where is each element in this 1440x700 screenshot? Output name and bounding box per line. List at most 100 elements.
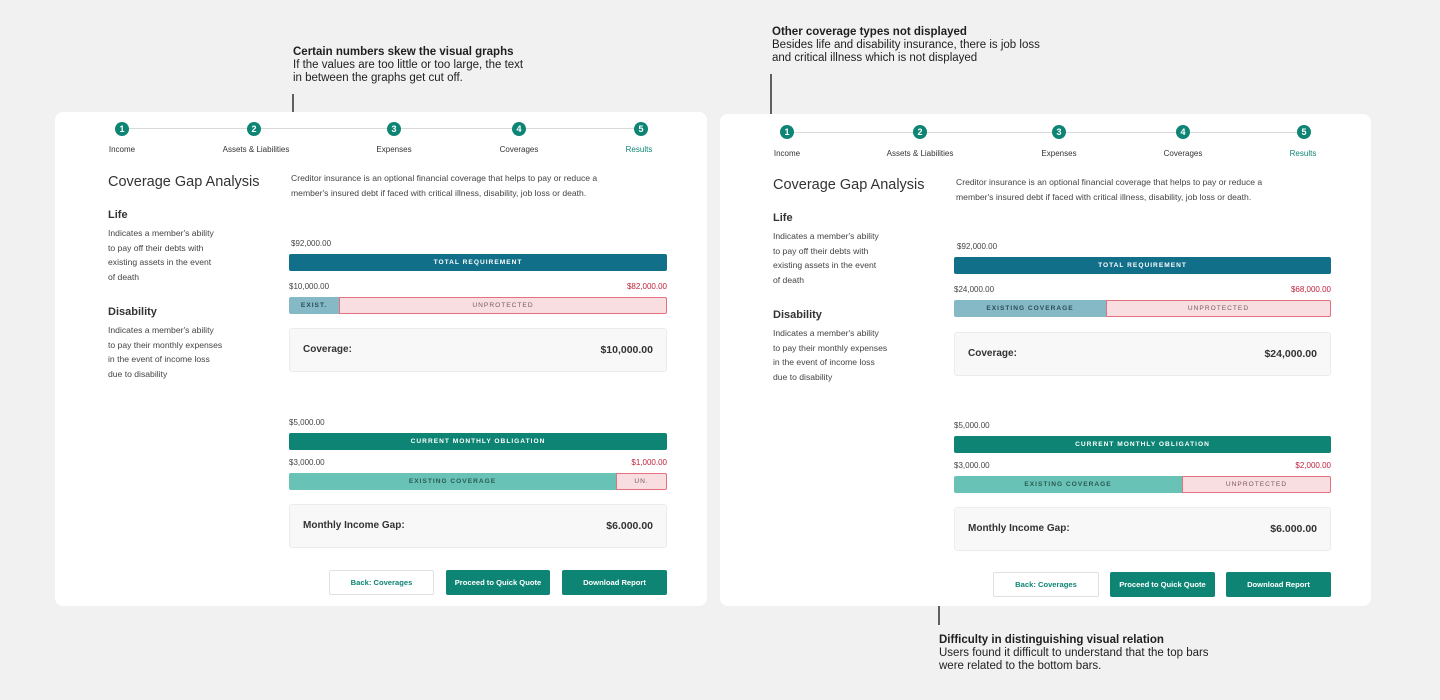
proceed-quick-quote-button[interactable]: Proceed to Quick Quote <box>446 570 550 595</box>
back-coverages-button[interactable]: Back: Coverages <box>993 572 1099 597</box>
desc-line: in the event of income loss <box>773 357 875 367</box>
intro-line: member's insured debt if faced with crit… <box>291 187 587 198</box>
dis-existing-bar: EXISTING COVERAGE <box>289 473 616 490</box>
step-5-dot[interactable]: 5 <box>1297 125 1311 139</box>
step-4-label[interactable]: Coverages <box>500 145 539 154</box>
step-4-label[interactable]: Coverages <box>1164 149 1203 158</box>
intro-line: Creditor insurance is an optional financ… <box>956 177 1263 187</box>
current-monthly-obligation-bar: CURRENT MONTHLY OBLIGATION <box>289 433 667 450</box>
step-1-label[interactable]: Income <box>774 149 800 158</box>
desc-line: in the event of income loss <box>108 354 210 364</box>
income-gap-summary: Monthly Income Gap: $6.000.00 <box>289 504 667 548</box>
desc-line: to pay their monthly expenses <box>108 339 223 350</box>
desc-line: due to disability <box>108 368 168 379</box>
dis-unprotected-value: $2,000.00 <box>1295 461 1331 470</box>
stepper-track <box>122 128 642 129</box>
income-gap-amount: $6.000.00 <box>606 520 653 532</box>
coverage-amount: $10,000.00 <box>600 344 653 356</box>
total-requirement-bar: TOTAL REQUIREMENT <box>289 254 667 271</box>
proceed-quick-quote-button[interactable]: Proceed to Quick Quote <box>1110 572 1215 597</box>
income-gap-amount: $6.000.00 <box>1270 523 1317 535</box>
desc-line: to pay off their debts with <box>108 242 204 253</box>
desc-line: of death <box>773 274 805 285</box>
life-section-desc: Indicates a member's ability to pay off … <box>108 226 248 284</box>
annotation-text: and critical illness which is not displa… <box>772 52 978 64</box>
life-existing-bar: EXIST. <box>289 297 339 314</box>
back-coverages-button[interactable]: Back: Coverages <box>329 570 434 595</box>
desc-line: existing assets in the event <box>108 257 212 267</box>
life-unprotected-bar: UNPROTECTED <box>1106 300 1331 317</box>
step-3-label[interactable]: Expenses <box>1041 149 1076 158</box>
coverage-label: Coverage: <box>303 344 352 355</box>
dis-existing-bar: EXISTING COVERAGE <box>954 476 1182 493</box>
step-2-label[interactable]: Assets & Liabilities <box>223 145 290 154</box>
life-existing-bar: EXISTING COVERAGE <box>954 300 1106 317</box>
desc-line: Indicates a member's ability <box>773 328 879 338</box>
life-total-value: $92,000.00 <box>957 242 998 251</box>
download-report-button[interactable]: Download Report <box>562 570 667 595</box>
income-gap-label: Monthly Income Gap: <box>303 520 405 531</box>
step-2-dot[interactable]: 2 <box>247 122 261 136</box>
annotation-title: Other coverage types not displayed <box>772 26 967 38</box>
annotation-title: Certain numbers skew the visual graphs <box>293 46 514 58</box>
annotation-relation: Difficulty in distinguishing visual rela… <box>939 634 1209 673</box>
page-title: Coverage Gap Analysis <box>108 174 260 190</box>
income-gap-label: Monthly Income Gap: <box>968 523 1070 534</box>
disability-section-title: Disability <box>108 306 157 318</box>
life-unprotected-value: $82,000.00 <box>626 282 667 291</box>
results-card-version-a: 1 2 3 4 5 Income Assets & Liabilities Ex… <box>55 112 707 606</box>
dis-obligation-value: $5,000.00 <box>954 421 990 430</box>
life-section-title: Life <box>773 212 793 224</box>
step-3-dot[interactable]: 3 <box>387 122 401 136</box>
download-report-button[interactable]: Download Report <box>1226 572 1331 597</box>
step-3-dot[interactable]: 3 <box>1052 125 1066 139</box>
life-existing-value: $24,000.00 <box>954 285 995 294</box>
life-unprotected-value: $68,000.00 <box>1290 285 1331 294</box>
step-4-dot[interactable]: 4 <box>512 122 526 136</box>
coverage-label: Coverage: <box>968 348 1017 359</box>
step-3-label[interactable]: Expenses <box>376 145 411 154</box>
step-5-label[interactable]: Results <box>626 145 653 154</box>
annotation-other-types: Other coverage types not displayed Besid… <box>772 26 1040 65</box>
coverage-summary: Coverage: $24,000.00 <box>954 332 1331 376</box>
step-2-dot[interactable]: 2 <box>913 125 927 139</box>
step-5-dot[interactable]: 5 <box>634 122 648 136</box>
desc-line: of death <box>108 271 140 282</box>
step-1-dot[interactable]: 1 <box>780 125 794 139</box>
annotation-text: Besides life and disability insurance, t… <box>772 39 1040 51</box>
annotation-text: in between the graphs get cut off. <box>293 72 463 84</box>
life-total-value: $92,000.00 <box>291 239 332 248</box>
dis-unprotected-bar: UN. <box>616 473 667 490</box>
page-title: Coverage Gap Analysis <box>773 177 925 193</box>
life-section-title: Life <box>108 209 128 221</box>
desc-line: due to disability <box>773 371 833 382</box>
intro-line: Creditor insurance is an optional financ… <box>291 173 598 183</box>
step-1-dot[interactable]: 1 <box>115 122 129 136</box>
step-5-label[interactable]: Results <box>1290 149 1317 158</box>
dis-existing-value: $3,000.00 <box>289 458 325 467</box>
income-gap-summary: Monthly Income Gap: $6.000.00 <box>954 507 1331 551</box>
dis-unprotected-bar: UNPROTECTED <box>1182 476 1331 493</box>
disability-section-desc: Indicates a member's ability to pay thei… <box>108 323 248 381</box>
dis-existing-value: $3,000.00 <box>954 461 990 470</box>
dis-obligation-value: $5,000.00 <box>289 418 325 427</box>
intro-text: Creditor insurance is an optional financ… <box>291 171 651 200</box>
disability-section-desc: Indicates a member's ability to pay thei… <box>773 326 913 384</box>
life-unprotected-bar: UNPROTECTED <box>339 297 667 314</box>
step-1-label[interactable]: Income <box>109 145 135 154</box>
step-4-dot[interactable]: 4 <box>1176 125 1190 139</box>
desc-line: Indicates a member's ability <box>773 231 879 241</box>
life-existing-value: $10,000.00 <box>289 282 330 291</box>
annotation-title: Difficulty in distinguishing visual rela… <box>939 634 1164 646</box>
disability-section-title: Disability <box>773 309 822 321</box>
annotation-text: were related to the bottom bars. <box>939 660 1102 672</box>
stepper-track <box>787 132 1304 133</box>
total-requirement-bar: TOTAL REQUIREMENT <box>954 257 1331 274</box>
coverage-amount: $24,000.00 <box>1264 348 1317 360</box>
desc-line: Indicates a member's ability <box>108 325 214 335</box>
desc-line: existing assets in the event <box>773 260 877 270</box>
results-card-version-b: 1 2 3 4 5 Income Assets & Liabilities Ex… <box>720 114 1371 606</box>
desc-line: to pay their monthly expenses <box>773 342 888 353</box>
intro-text: Creditor insurance is an optional financ… <box>956 175 1316 204</box>
step-2-label[interactable]: Assets & Liabilities <box>887 149 954 158</box>
